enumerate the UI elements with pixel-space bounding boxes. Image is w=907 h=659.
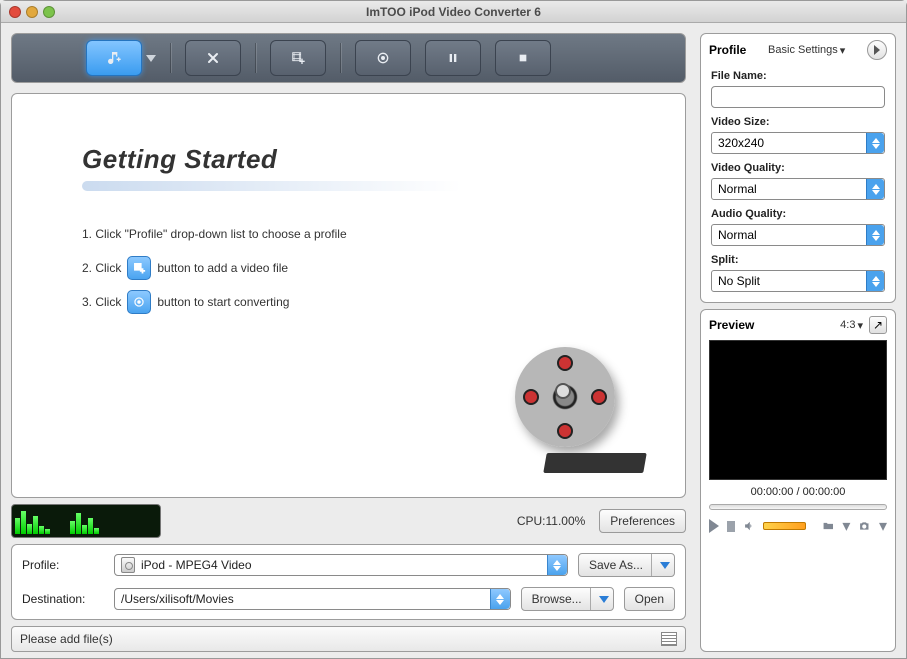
- video-quality-select[interactable]: Normal: [711, 178, 885, 200]
- record-icon: [375, 50, 391, 66]
- list-view-button[interactable]: [661, 632, 677, 646]
- profile-settings-panel: Profile Basic Settings▾ File Name: Video…: [700, 33, 896, 303]
- titlebar: ImTOO iPod Video Converter 6: [1, 1, 906, 23]
- convert-button[interactable]: [355, 40, 411, 76]
- snapshot-folder-icon[interactable]: [822, 517, 835, 535]
- ipod-device-icon: [121, 557, 135, 573]
- output-settings: Profile: iPod - MPEG4 Video Save As... D…: [11, 544, 686, 620]
- audio-quality-label: Audio Quality:: [711, 208, 885, 220]
- aspect-ratio-picker[interactable]: 4:3▾: [840, 319, 863, 332]
- film-reel-image: [515, 347, 635, 467]
- add-file-button[interactable]: [86, 40, 142, 76]
- profile-label: Profile:: [22, 558, 104, 572]
- preferences-button[interactable]: Preferences: [599, 509, 686, 533]
- window-title: ImTOO iPod Video Converter 6: [1, 5, 906, 19]
- chevron-down-icon: [660, 562, 670, 569]
- preview-label: Preview: [709, 318, 754, 332]
- file-name-input[interactable]: [711, 86, 885, 108]
- split-label: Split:: [711, 254, 885, 266]
- video-size-label: Video Size:: [711, 116, 885, 128]
- status-text: Please add file(s): [20, 632, 113, 646]
- destination-combobox[interactable]: /Users/xilisoft/Movies: [114, 588, 511, 610]
- split-select[interactable]: No Split: [711, 270, 885, 292]
- welcome-heading: Getting Started: [82, 144, 637, 175]
- pause-icon: [445, 50, 461, 66]
- audio-quality-select[interactable]: Normal: [711, 224, 885, 246]
- cpu-meter: [11, 504, 161, 538]
- add-file-mini-icon: [127, 256, 151, 280]
- volume-slider[interactable]: [763, 522, 806, 530]
- stop-icon: [515, 50, 531, 66]
- preview-viewport: [709, 340, 887, 480]
- preview-panel: Preview 4:3▾ ↗ 00:00:00 / 00:00:00 ▾ ▾: [700, 309, 896, 652]
- destination-label: Destination:: [22, 592, 104, 606]
- camera-icon[interactable]: [858, 517, 871, 535]
- step-3: 3. Click button to start converting: [82, 285, 637, 319]
- step-1: 1. Click "Profile" drop-down list to cho…: [82, 217, 637, 251]
- save-as-button[interactable]: Save As...: [578, 553, 675, 577]
- profile-header: Profile: [709, 43, 746, 57]
- cpu-label: CPU:11.00%: [169, 514, 591, 528]
- film-plus-icon: [290, 50, 306, 66]
- x-icon: [205, 50, 221, 66]
- fullscreen-button[interactable]: ↗: [869, 316, 887, 334]
- welcome-pane: Getting Started 1. Click "Profile" drop-…: [11, 93, 686, 498]
- video-quality-label: Video Quality:: [711, 162, 885, 174]
- status-bar: Please add file(s): [11, 626, 686, 652]
- heading-underline: [82, 181, 462, 191]
- music-plus-icon: [106, 50, 122, 66]
- profile-combobox[interactable]: iPod - MPEG4 Video: [114, 554, 568, 576]
- file-name-label: File Name:: [711, 70, 885, 82]
- basic-settings-dropdown[interactable]: Basic Settings▾: [768, 44, 845, 57]
- clip-button[interactable]: [270, 40, 326, 76]
- step-2: 2. Click button to add a video file: [82, 251, 637, 285]
- main-toolbar: [11, 33, 686, 83]
- expand-profile-button[interactable]: [867, 40, 887, 60]
- add-file-dropdown[interactable]: [146, 55, 156, 62]
- destination-dropdown-button[interactable]: [490, 589, 510, 609]
- chevron-down-icon: [599, 596, 609, 603]
- video-size-select[interactable]: 320x240: [711, 132, 885, 154]
- volume-icon[interactable]: [743, 517, 756, 535]
- preview-stop-button[interactable]: [727, 521, 735, 532]
- remove-button[interactable]: [185, 40, 241, 76]
- preview-time: 00:00:00 / 00:00:00: [701, 480, 895, 504]
- profile-dropdown-button[interactable]: [547, 555, 567, 575]
- preview-play-button[interactable]: [709, 519, 719, 533]
- pause-button[interactable]: [425, 40, 481, 76]
- convert-mini-icon: [127, 290, 151, 314]
- open-button[interactable]: Open: [624, 587, 675, 611]
- stop-button[interactable]: [495, 40, 551, 76]
- browse-button[interactable]: Browse...: [521, 587, 614, 611]
